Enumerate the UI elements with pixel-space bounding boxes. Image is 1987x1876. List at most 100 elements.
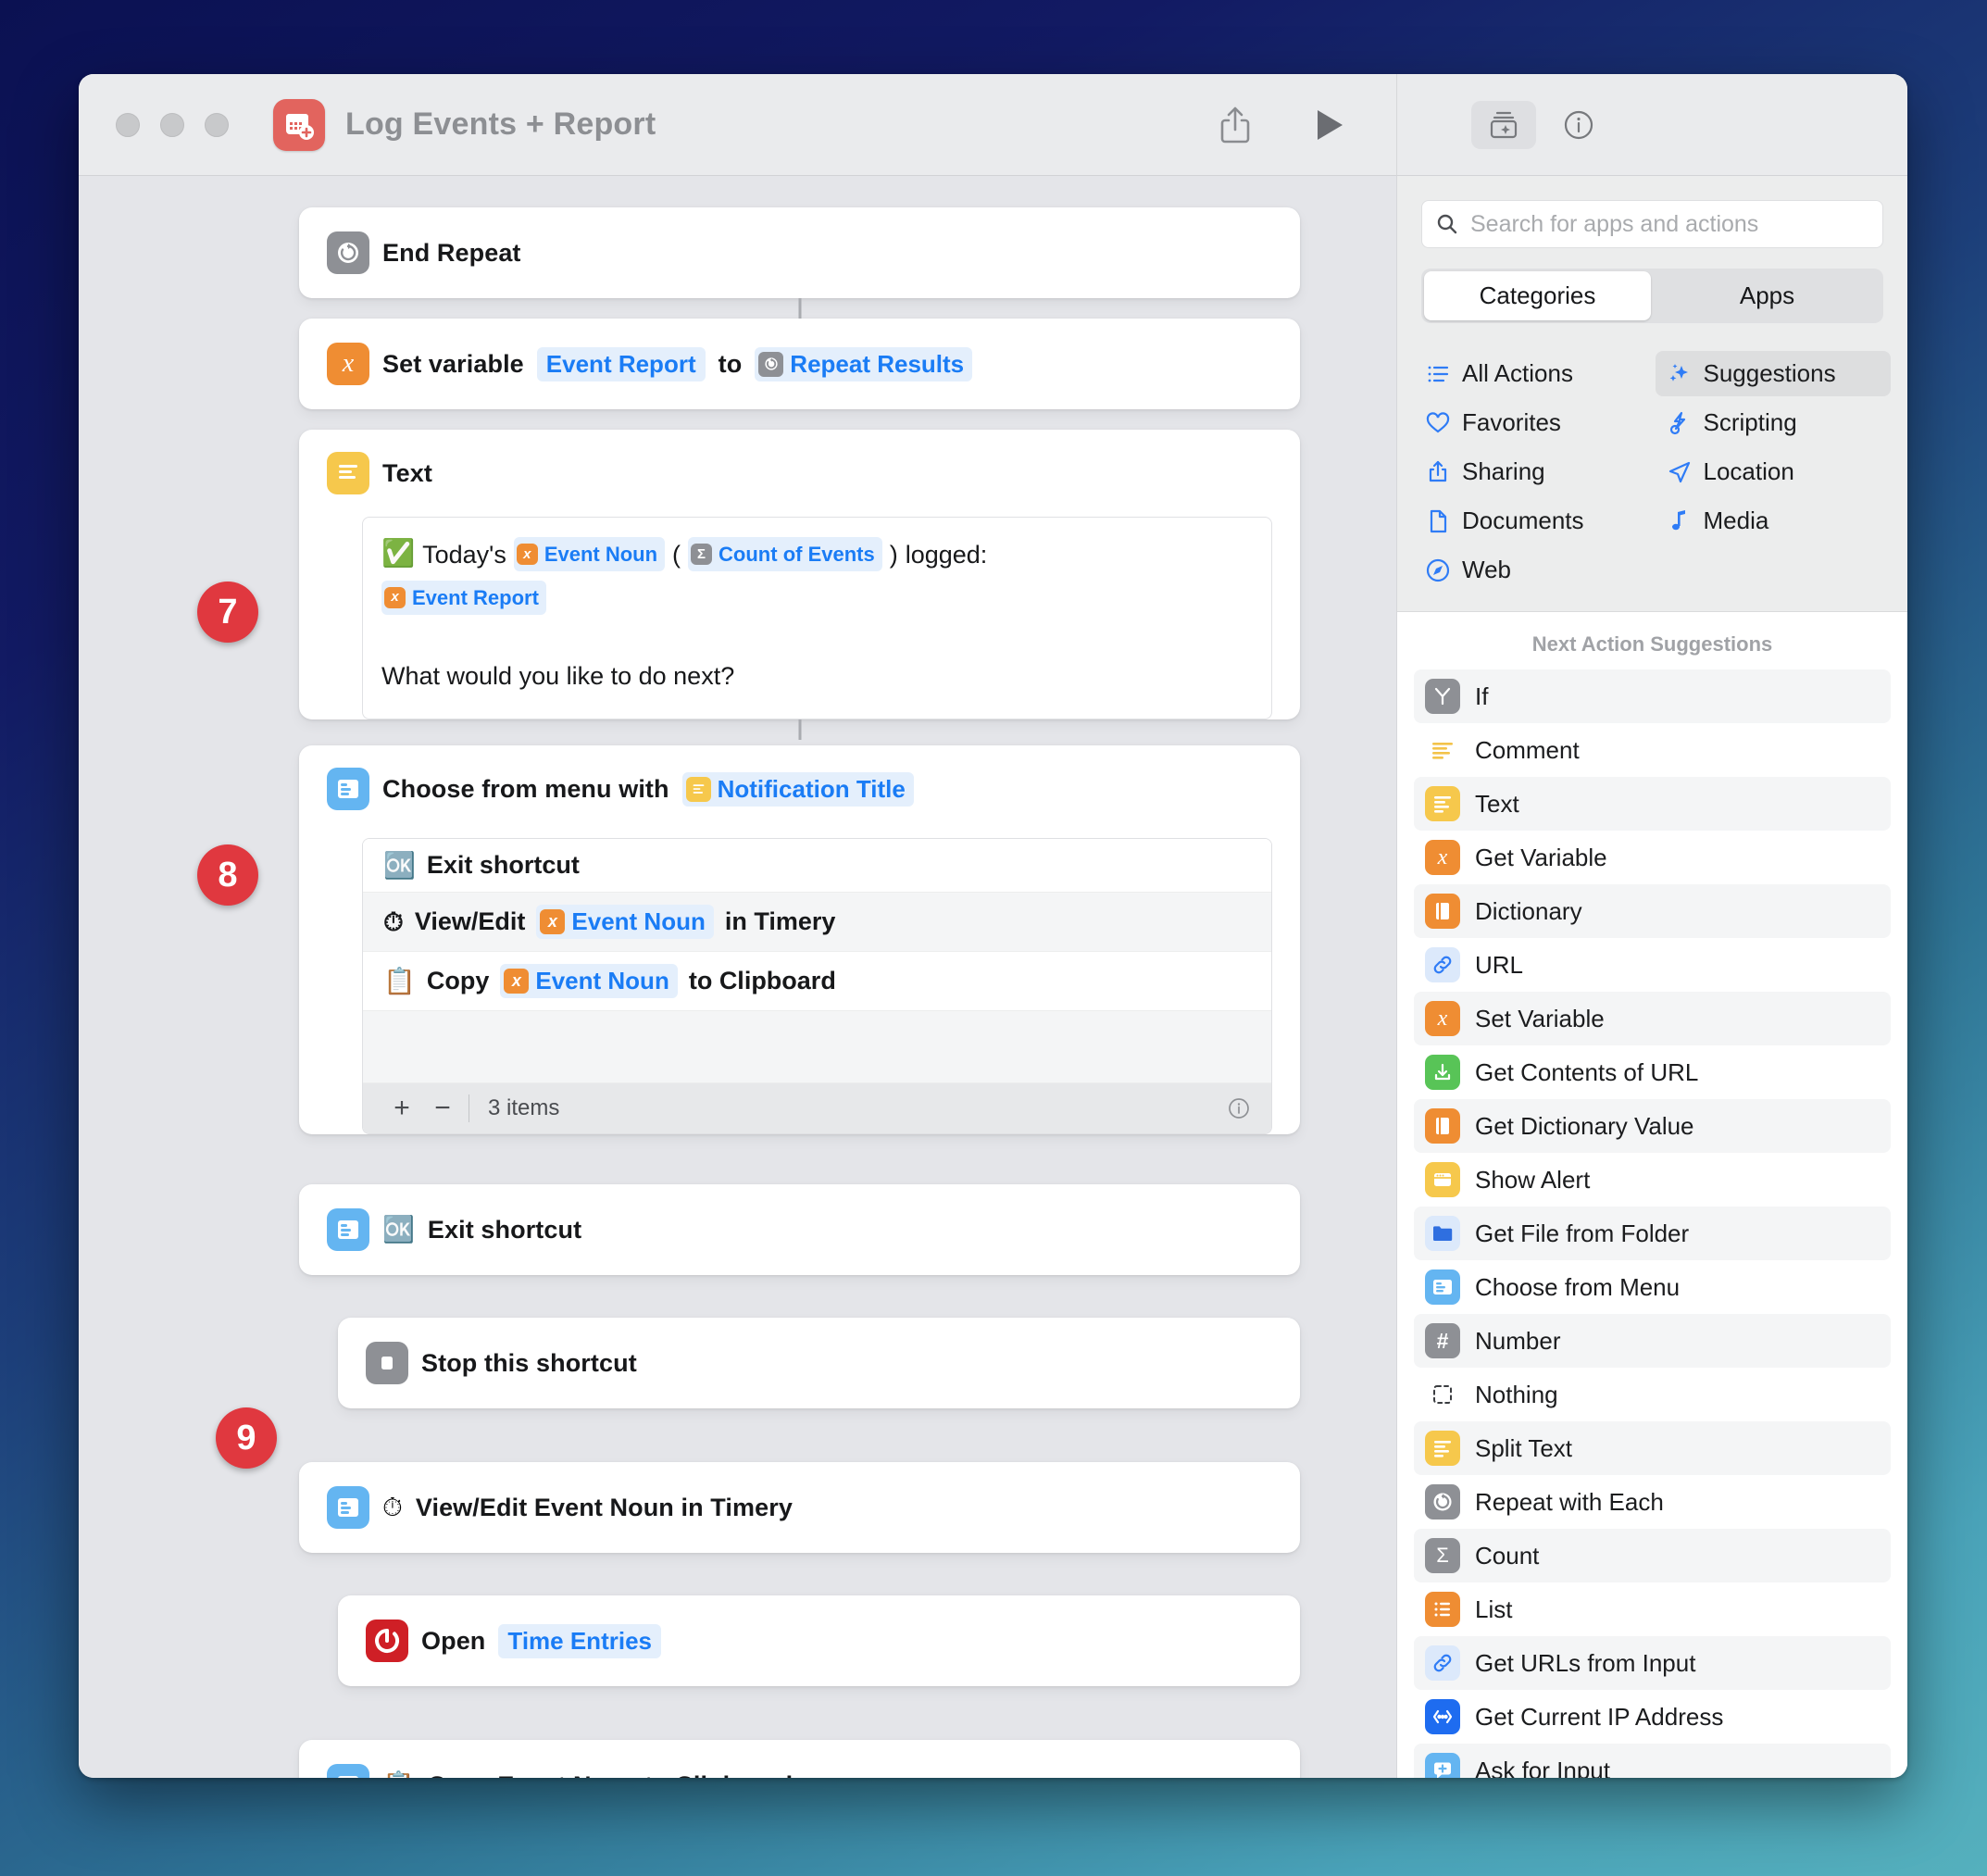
- category-scripting[interactable]: Scripting: [1656, 400, 1892, 445]
- timery-icon: [366, 1620, 408, 1662]
- token-label: Event Noun: [535, 967, 669, 994]
- suggestion-item[interactable]: Show Alert: [1414, 1153, 1891, 1207]
- suggestion-item[interactable]: Get URLs from Input: [1414, 1636, 1891, 1690]
- variable-token-event-report[interactable]: Event Report: [536, 346, 706, 381]
- window-title: Log Events + Report: [345, 106, 656, 142]
- token-count-of-events[interactable]: Σ Count of Events: [688, 537, 882, 572]
- share-icon[interactable]: [1215, 104, 1256, 146]
- suggestion-item[interactable]: # Number: [1414, 1314, 1891, 1368]
- category-favorites[interactable]: Favorites: [1414, 400, 1650, 445]
- tab-apps[interactable]: Apps: [1654, 271, 1881, 320]
- link-icon: [1425, 947, 1460, 982]
- token-event-noun[interactable]: x Event Noun: [500, 964, 678, 998]
- tab-categories[interactable]: Categories: [1424, 271, 1651, 320]
- window-titlebar: Log Events + Report: [79, 74, 1907, 176]
- menu-item-empty-row[interactable]: [363, 1011, 1271, 1083]
- share-icon: [1425, 459, 1451, 485]
- close-button[interactable]: [116, 112, 140, 137]
- variable-token-repeat-results[interactable]: Repeat Results: [755, 346, 973, 381]
- token-time-entries[interactable]: Time Entries: [498, 1623, 661, 1658]
- category-location[interactable]: Location: [1656, 449, 1892, 494]
- suggestion-item[interactable]: URL: [1414, 938, 1891, 992]
- action-card-set-variable[interactable]: x Set variable Event Report to Repeat Re…: [299, 319, 1300, 409]
- suggestion-item[interactable]: Choose from Menu: [1414, 1260, 1891, 1314]
- repeat-icon: [327, 231, 369, 274]
- dictionary-icon: [1425, 894, 1460, 929]
- suggestion-item[interactable]: x Set Variable: [1414, 992, 1891, 1045]
- token-event-noun[interactable]: x Event Noun: [536, 905, 714, 939]
- dashed-box-icon: [1425, 1377, 1460, 1412]
- text-action-editor[interactable]: ✅ Today's x Event Noun ( Σ Count of Even…: [362, 517, 1272, 719]
- suggestion-item[interactable]: Get File from Folder: [1414, 1207, 1891, 1260]
- suggestion-item[interactable]: Get Dictionary Value: [1414, 1099, 1891, 1153]
- category-label: Documents: [1462, 507, 1584, 534]
- search-field[interactable]: Search for apps and actions: [1421, 200, 1883, 248]
- action-card-stop-shortcut[interactable]: Stop this shortcut: [338, 1318, 1300, 1408]
- suggestion-item[interactable]: Get Contents of URL: [1414, 1045, 1891, 1099]
- text-icon: [1425, 786, 1460, 821]
- action-card-menu-case-copy[interactable]: 📋 Copy Event Noun to Clipboard: [299, 1740, 1300, 1778]
- suggestion-item[interactable]: Get Current IP Address: [1414, 1690, 1891, 1744]
- calendar-plus-icon: [273, 98, 325, 151]
- suggestions-list-title: Next Action Suggestions: [1414, 612, 1891, 669]
- category-label: Web: [1462, 556, 1511, 583]
- info-icon[interactable]: [1225, 1094, 1253, 1122]
- suggestion-item[interactable]: Split Text: [1414, 1421, 1891, 1475]
- action-card-open-time-entries[interactable]: Open Time Entries: [338, 1595, 1300, 1686]
- category-all-actions[interactable]: All Actions: [1414, 351, 1650, 396]
- category-label: Scripting: [1703, 408, 1797, 436]
- variable-icon: x: [327, 343, 369, 385]
- stopwatch-emoji: ⏱: [382, 1493, 403, 1521]
- token-notification-title[interactable]: Notification Title: [681, 771, 914, 807]
- menu-item-row[interactable]: 🆗 Exit shortcut: [363, 839, 1271, 893]
- action-card-text[interactable]: Text ✅ Today's x Event Noun (Σ Count of…: [299, 430, 1300, 740]
- suggestion-item[interactable]: Repeat with Each: [1414, 1475, 1891, 1529]
- category-suggestions[interactable]: Suggestions: [1655, 351, 1891, 396]
- location-arrow-icon: [1667, 459, 1693, 485]
- info-icon[interactable]: [1556, 103, 1601, 147]
- alert-window-icon: [1425, 1162, 1460, 1197]
- minimize-button[interactable]: [160, 112, 184, 137]
- text-token-icon: [685, 776, 711, 802]
- branch-icon: [1425, 679, 1460, 714]
- menu-item-row[interactable]: ⏱ View/Edit x Event Noun in Timery: [363, 893, 1271, 952]
- action-library-icon[interactable]: [1471, 100, 1536, 149]
- category-documents[interactable]: Documents: [1414, 498, 1650, 544]
- menu-item-row[interactable]: 📋 Copy x Event Noun to Clipboard: [363, 952, 1271, 1011]
- category-label: Favorites: [1462, 408, 1561, 436]
- action-card-end-repeat[interactable]: End Repeat: [299, 207, 1300, 319]
- suggestion-item[interactable]: If: [1414, 669, 1891, 723]
- menu-item-suffix: in Timery: [724, 907, 836, 935]
- action-card-menu-case-exit[interactable]: 🆗 Exit shortcut: [299, 1184, 1300, 1275]
- suggestion-item[interactable]: Text: [1414, 777, 1891, 831]
- category-sharing[interactable]: Sharing: [1414, 449, 1650, 494]
- suggestion-label: Number: [1475, 1326, 1561, 1355]
- zoom-button[interactable]: [205, 112, 229, 137]
- download-icon: [1425, 1055, 1460, 1090]
- play-icon[interactable]: [1309, 104, 1350, 146]
- suggestion-item[interactable]: x Get Variable: [1414, 831, 1891, 884]
- action-card-choose-from-menu[interactable]: Choose from menu with Notification Title: [299, 745, 1300, 1134]
- category-media[interactable]: Media: [1656, 498, 1892, 544]
- suggestion-item[interactable]: Ask for Input: [1414, 1744, 1891, 1778]
- add-menu-item-button[interactable]: +: [381, 1093, 422, 1124]
- window-body: 7 8 9 End Repeat x Set variable Event Re…: [79, 176, 1907, 1778]
- titlebar-left: Log Events + Report: [79, 74, 1396, 176]
- token-event-noun[interactable]: x Event Noun: [513, 537, 666, 572]
- suggestion-item[interactable]: Comment: [1414, 723, 1891, 777]
- shortcut-canvas[interactable]: 7 8 9 End Repeat x Set variable Event Re…: [79, 176, 1396, 1778]
- remove-menu-item-button[interactable]: −: [422, 1093, 463, 1124]
- next-action-suggestions-list[interactable]: Next Action Suggestions If Comment Text x Ge…: [1397, 612, 1907, 1778]
- suggestion-label: Ask for Input: [1475, 1756, 1610, 1779]
- suggestion-item[interactable]: List: [1414, 1582, 1891, 1636]
- repeat-token-icon: [758, 351, 784, 377]
- action-card-menu-case-viewedit[interactable]: ⏱ View/Edit Event Noun in Timery: [299, 1462, 1300, 1553]
- token-event-report[interactable]: x Event Report: [381, 580, 546, 615]
- category-web[interactable]: Web: [1414, 547, 1650, 593]
- flow-connector: [798, 719, 801, 740]
- menu-items-list[interactable]: 🆗 Exit shortcut ⏱ View/Edit x Event Noun…: [362, 838, 1272, 1134]
- suggestion-item[interactable]: Dictionary: [1414, 884, 1891, 938]
- list-bullet-icon: [1425, 361, 1451, 387]
- suggestion-item[interactable]: Σ Count: [1414, 1529, 1891, 1582]
- suggestion-item[interactable]: Nothing: [1414, 1368, 1891, 1421]
